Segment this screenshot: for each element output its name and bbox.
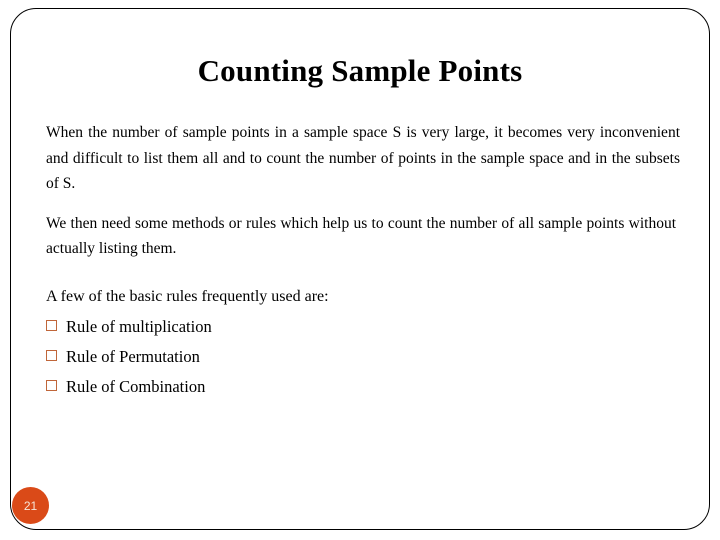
paragraph-1: When the number of sample points in a sa… <box>46 124 680 192</box>
hollow-square-bullet-icon <box>46 320 57 331</box>
list-item-label: Rule of Combination <box>66 377 206 396</box>
slide-body: When the number of sample points in a sa… <box>46 120 680 274</box>
list-item: Rule of Permutation <box>46 346 546 368</box>
list-item-label: Rule of multiplication <box>66 317 212 336</box>
rules-list-block: A few of the basic rules frequently used… <box>46 286 546 406</box>
paragraph-2: We then need some methods or rules which… <box>46 214 676 258</box>
page-title: Counting Sample Points <box>197 53 523 88</box>
slide: Counting Sample Points When the number o… <box>0 0 720 540</box>
page-number-badge: 21 <box>12 487 49 524</box>
list-item: Rule of Combination <box>46 376 546 398</box>
list-item: Rule of multiplication <box>46 316 546 338</box>
rules-list-intro: A few of the basic rules frequently used… <box>46 288 329 305</box>
hollow-square-bullet-icon <box>46 380 57 391</box>
hollow-square-bullet-icon <box>46 350 57 361</box>
list-item-label: Rule of Permutation <box>66 347 200 366</box>
page-number-text: 21 <box>23 498 38 513</box>
